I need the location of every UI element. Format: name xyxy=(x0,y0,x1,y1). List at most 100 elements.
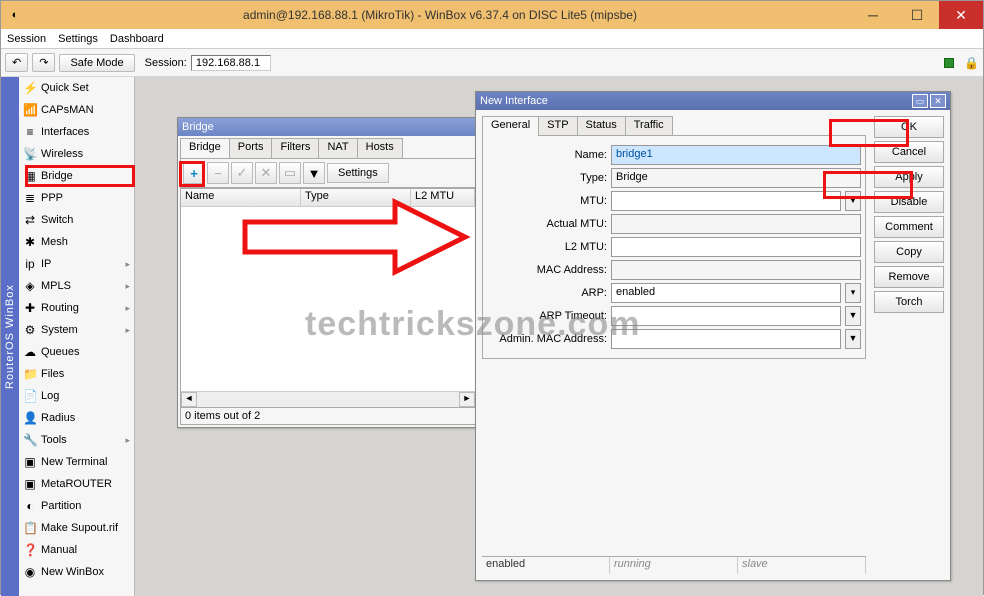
arp-drop-icon[interactable]: ▾ xyxy=(845,283,861,303)
sidebar-item-metarouter[interactable]: ▣MetaROUTER xyxy=(19,473,134,495)
enable-button[interactable]: ✓ xyxy=(231,162,253,184)
sidebar-item-log[interactable]: 📄Log xyxy=(19,385,134,407)
sidebar-item-wireless[interactable]: 📡Wireless xyxy=(19,143,134,165)
sidebar-icon: 📋 xyxy=(23,521,37,535)
session-label: Session: xyxy=(145,57,187,69)
arp-select[interactable]: enabled xyxy=(611,283,841,303)
sidebar-icon: ◉ xyxy=(23,565,37,579)
sidebar-item-interfaces[interactable]: ≡Interfaces xyxy=(19,121,134,143)
tab-bridge[interactable]: Bridge xyxy=(180,138,230,158)
mac-input xyxy=(611,260,861,280)
safe-mode-button[interactable]: Safe Mode xyxy=(59,54,134,72)
admin-mac-input[interactable] xyxy=(611,329,841,349)
arpt-drop-icon[interactable]: ▼ xyxy=(845,306,861,326)
redo-button[interactable]: ↷ xyxy=(32,53,55,72)
sidebar-item-make-supout-rif[interactable]: 📋Make Supout.rif xyxy=(19,517,134,539)
add-button[interactable]: + xyxy=(183,162,205,184)
sidebar-icon: ✱ xyxy=(23,235,37,249)
l2mtu-input[interactable] xyxy=(611,237,861,257)
apply-button[interactable]: Apply xyxy=(874,166,944,188)
tab-hosts[interactable]: Hosts xyxy=(357,138,403,158)
comment-button[interactable]: ▭ xyxy=(279,162,301,184)
sidebar-icon: ▦ xyxy=(23,169,37,183)
sidebar-icon: 👤 xyxy=(23,411,37,425)
status-indicator xyxy=(944,58,954,68)
ok-button[interactable]: OK xyxy=(874,116,944,138)
tab-traffic[interactable]: Traffic xyxy=(625,116,673,136)
sidebar-item-new-winbox[interactable]: ◉New WinBox xyxy=(19,561,134,583)
menu-dashboard[interactable]: Dashboard xyxy=(110,33,164,45)
sidebar-icon: ▣ xyxy=(23,455,37,469)
arp-timeout-input[interactable] xyxy=(611,306,841,326)
ni-min-icon[interactable]: ▭ xyxy=(912,94,928,108)
cancel-button[interactable]: Cancel xyxy=(874,141,944,163)
sidebar-item-routing[interactable]: ✚Routing▸ xyxy=(19,297,134,319)
session-field[interactable]: 192.168.88.1 xyxy=(191,55,271,71)
sidebar-item-capsman[interactable]: 📶CAPsMAN xyxy=(19,99,134,121)
torch-button[interactable]: Torch xyxy=(874,291,944,313)
filter-button[interactable]: ▼ xyxy=(303,162,325,184)
new-interface-window: New Interface ▭ ✕ General STP Status Tra… xyxy=(475,91,951,581)
name-input[interactable]: bridge1 xyxy=(611,145,861,165)
bridge-window-title[interactable]: Bridge xyxy=(178,118,478,136)
remove-button[interactable]: − xyxy=(207,162,229,184)
ni-close-icon[interactable]: ✕ xyxy=(930,94,946,108)
chevron-right-icon: ▸ xyxy=(125,325,130,336)
mtu-input[interactable] xyxy=(611,191,841,211)
sidebar-item-system[interactable]: ⚙System▸ xyxy=(19,319,134,341)
remove-button[interactable]: Remove xyxy=(874,266,944,288)
sidebar-item-mesh[interactable]: ✱Mesh xyxy=(19,231,134,253)
sidebar-item-ip[interactable]: ipIP▸ xyxy=(19,253,134,275)
tab-stp[interactable]: STP xyxy=(538,116,577,136)
tab-status[interactable]: Status xyxy=(577,116,626,136)
comment-button[interactable]: Comment xyxy=(874,216,944,238)
window-titlebar: ◐ admin@192.168.88.1 (MikroTik) - WinBox… xyxy=(1,1,983,29)
minimize-button[interactable]: ─ xyxy=(851,1,895,29)
close-button[interactable]: ✕ xyxy=(939,1,983,29)
menu-settings[interactable]: Settings xyxy=(58,33,98,45)
sidebar-item-files[interactable]: 📁Files xyxy=(19,363,134,385)
sidebar-item-new-terminal[interactable]: ▣New Terminal xyxy=(19,451,134,473)
menu-session[interactable]: Session xyxy=(7,33,46,45)
amac-drop-icon[interactable]: ▼ xyxy=(845,329,861,349)
chevron-right-icon: ▸ xyxy=(125,435,130,446)
sidebar-item-mpls[interactable]: ◈MPLS▸ xyxy=(19,275,134,297)
sidebar-item-switch[interactable]: ⇄Switch xyxy=(19,209,134,231)
sidebar-icon: ⚙ xyxy=(23,323,37,337)
sidebar-icon: 📶 xyxy=(23,103,37,117)
sidebar-icon: ❓ xyxy=(23,543,37,557)
sidebar-icon: ⇄ xyxy=(23,213,37,227)
mtu-drop-icon[interactable]: ▼ xyxy=(845,191,861,211)
lock-icon: 🔒 xyxy=(964,56,979,70)
settings-button[interactable]: Settings xyxy=(327,163,389,183)
disable-button[interactable]: ✕ xyxy=(255,162,277,184)
copy-button[interactable]: Copy xyxy=(874,241,944,263)
sidebar-item-quick-set[interactable]: ⚡Quick Set xyxy=(19,77,134,99)
sidebar-item-radius[interactable]: 👤Radius xyxy=(19,407,134,429)
tab-ports[interactable]: Ports xyxy=(229,138,273,158)
bridge-scrollbar[interactable]: ◄► xyxy=(181,391,475,407)
sidebar-item-queues[interactable]: ☁Queues xyxy=(19,341,134,363)
undo-button[interactable]: ↶ xyxy=(5,53,28,72)
sidebar-icon: ✚ xyxy=(23,301,37,315)
sidebar-item-manual[interactable]: ❓Manual xyxy=(19,539,134,561)
sidebar-item-tools[interactable]: 🔧Tools▸ xyxy=(19,429,134,451)
ni-tabs: General STP Status Traffic xyxy=(482,116,866,136)
tab-nat[interactable]: NAT xyxy=(318,138,357,158)
maximize-button[interactable]: ☐ xyxy=(895,1,939,29)
sidebar: ⚡Quick Set📶CAPsMAN≡Interfaces📡Wireless▦B… xyxy=(19,77,135,596)
new-interface-title[interactable]: New Interface ▭ ✕ xyxy=(476,92,950,110)
sidebar-icon: ▣ xyxy=(23,477,37,491)
sidebar-item-ppp[interactable]: ≣PPP xyxy=(19,187,134,209)
sidebar-icon: 🔧 xyxy=(23,433,37,447)
bridge-tabs: Bridge Ports Filters NAT Hosts xyxy=(180,138,476,158)
ni-actions: OK Cancel Apply Disable Comment Copy Remove Tor… xyxy=(870,112,948,578)
sidebar-item-bridge[interactable]: ▦Bridge xyxy=(19,165,134,187)
sidebar-item-partition[interactable]: ◐Partition xyxy=(19,495,134,517)
tab-filters[interactable]: Filters xyxy=(271,138,319,158)
arrow-icon xyxy=(235,197,475,277)
disable-button[interactable]: Disable xyxy=(874,191,944,213)
app-icon: ◐ xyxy=(1,1,29,29)
ni-statusbar: enabled running slave xyxy=(482,556,866,574)
tab-general[interactable]: General xyxy=(482,116,539,136)
